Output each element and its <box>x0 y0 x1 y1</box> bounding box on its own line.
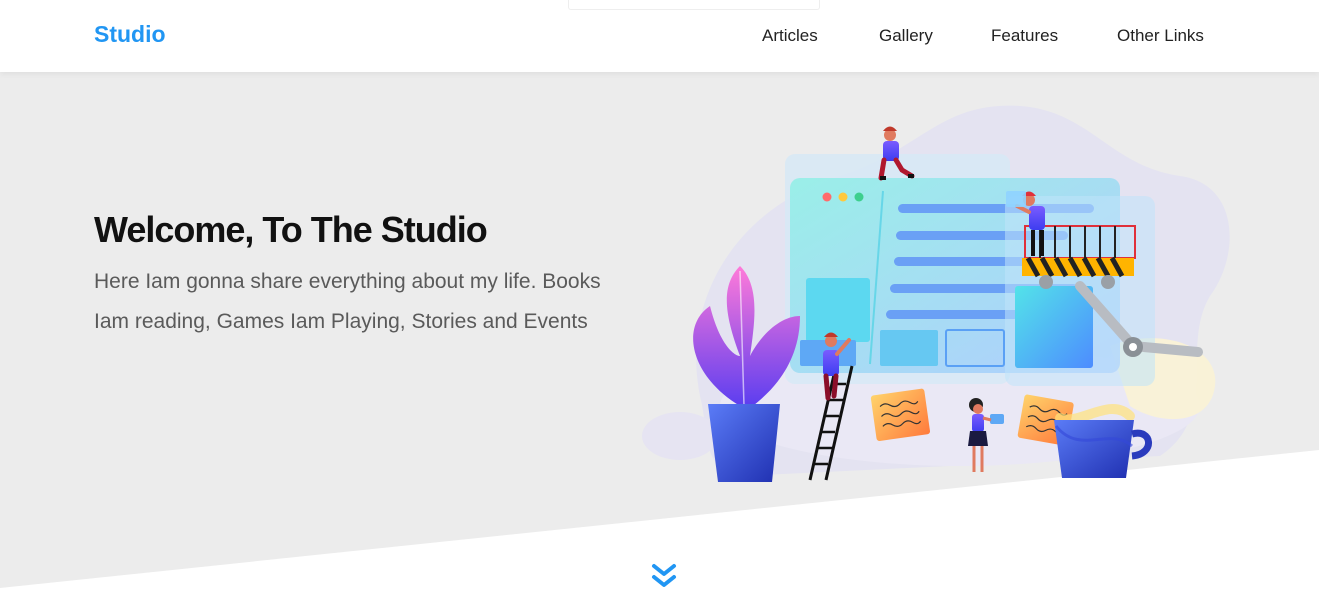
site-header: Studio Articles Gallery Features Other L… <box>0 0 1319 72</box>
hero-illustration <box>642 105 1230 482</box>
nav-link-articles[interactable]: Articles <box>762 26 818 46</box>
main-nav: Articles Gallery Features Other Links <box>0 26 1319 48</box>
hero-text: Welcome, To The Studio Here Iam gonna sh… <box>94 208 614 342</box>
double-chevron-down-icon[interactable] <box>651 563 677 591</box>
page: Studio Articles Gallery Features Other L… <box>0 0 1319 614</box>
hero-title: Welcome, To The Studio <box>94 209 488 250</box>
nav-link-features[interactable]: Features <box>991 26 1058 46</box>
hero-description: Here Iam gonna share everything about my… <box>94 270 601 333</box>
header-decoration <box>568 0 820 10</box>
nav-link-other-links[interactable]: Other Links <box>1117 26 1204 46</box>
nav-link-gallery[interactable]: Gallery <box>879 26 933 46</box>
